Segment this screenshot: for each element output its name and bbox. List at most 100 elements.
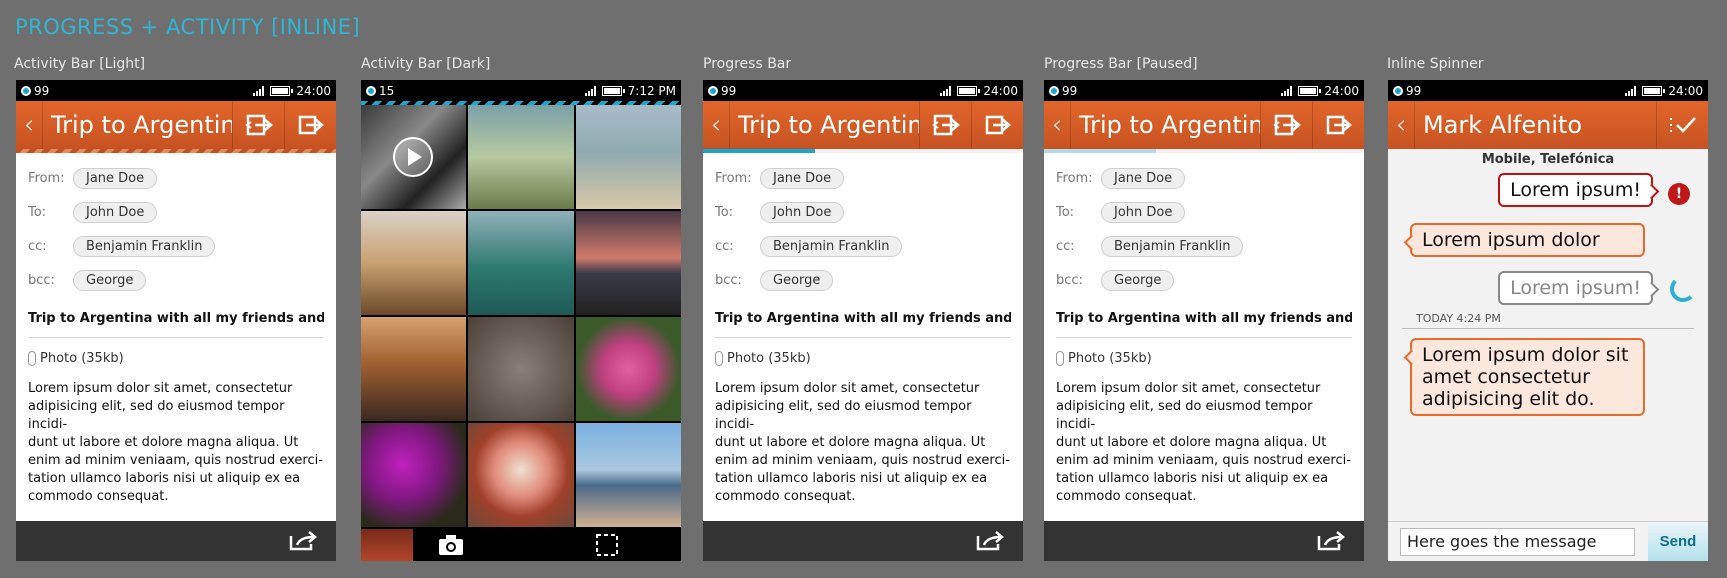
photo-thumbnail[interactable] [361, 105, 467, 209]
bcc-chip[interactable]: George [760, 269, 834, 291]
contact-name: Mark Alfenito [1423, 111, 1583, 139]
message-bubble-pending[interactable]: Lorem ipsum! [1498, 271, 1653, 305]
forward-button[interactable] [1312, 101, 1364, 149]
header-title: Trip to Argentin... [1079, 111, 1260, 139]
progress-bar [703, 149, 1023, 153]
compose-bar: Send [1388, 521, 1708, 561]
subject: Trip to Argentina with all my friends an… [28, 311, 324, 338]
notification-count: 99 [34, 83, 50, 98]
status-bar: 99 24:00 [1388, 80, 1708, 101]
to-field: To: John Doe [1056, 195, 1352, 229]
error-icon[interactable]: ! [1668, 183, 1690, 205]
notification-icon [1393, 85, 1403, 96]
attachment[interactable]: Photo (35kb) [1056, 351, 1352, 366]
photo-thumbnail[interactable] [361, 423, 467, 527]
battery-icon [1642, 85, 1666, 96]
footer-bar [703, 521, 1023, 561]
photo-thumbnail[interactable] [468, 105, 574, 209]
photo-grid [361, 105, 681, 527]
from-chip[interactable]: Jane Doe [1101, 167, 1186, 189]
footer-bar [1044, 521, 1364, 561]
forward-icon [298, 115, 324, 135]
cc-chip[interactable]: Benjamin Franklin [1101, 235, 1244, 257]
photo-thumbnail[interactable] [575, 105, 681, 209]
photo-thumbnail[interactable] [575, 211, 681, 315]
bcc-chip[interactable]: George [73, 269, 147, 291]
body-text: Lorem ipsum dolor sit amet, consectetur … [1056, 381, 1351, 504]
photo-thumbnail[interactable] [575, 317, 681, 421]
status-bar: 99 24:00 [703, 80, 1023, 101]
clock: 24:00 [1324, 83, 1359, 98]
back-chevron-icon[interactable]: ‹ [1388, 110, 1414, 140]
clock: 24:00 [1668, 83, 1703, 98]
bcc-chip[interactable]: George [1101, 269, 1175, 291]
photo-thumbnail[interactable] [468, 423, 574, 527]
notification-count: 99 [1062, 83, 1078, 98]
status-bar: 99 24:00 [1044, 80, 1364, 101]
battery-icon [270, 85, 294, 96]
label-progress: Progress Bar [703, 56, 792, 72]
body-text: Lorem ipsum dolor sit amet, consectetur … [715, 381, 1010, 504]
to-chip[interactable]: John Doe [1101, 201, 1186, 223]
attachment[interactable]: Photo (35kb) [715, 351, 1011, 366]
photo-thumbnail[interactable] [468, 317, 574, 421]
photo-thumbnail[interactable] [361, 317, 467, 421]
page-title: PROGRESS + ACTIVITY [INLINE] [15, 15, 361, 39]
message-bubble-received[interactable]: Lorem ipsum dolor [1410, 223, 1645, 257]
signal-icon [253, 85, 265, 96]
notification-count: 15 [379, 83, 395, 98]
forward-button[interactable] [971, 101, 1023, 149]
send-button[interactable]: Send [1648, 521, 1708, 561]
back-chevron-icon[interactable]: ‹ [703, 110, 729, 140]
message-input[interactable] [1400, 527, 1635, 556]
app-header: ‹ Trip to Argentin... [16, 101, 336, 149]
message-bubble-failed[interactable]: Lorem ipsum! [1498, 173, 1653, 207]
reply-all-icon [244, 114, 273, 136]
battery-icon [601, 85, 625, 96]
reply-all-button[interactable] [919, 101, 971, 149]
notification-icon [366, 85, 376, 96]
photo-thumbnail[interactable] [468, 211, 574, 315]
paperclip-icon [1056, 351, 1064, 366]
notification-icon [21, 85, 31, 96]
select-icon[interactable] [595, 533, 619, 557]
share-icon[interactable] [288, 530, 318, 552]
phone-activity-dark: 15 7:12 PM [361, 80, 681, 561]
photo-thumbnail[interactable] [361, 211, 467, 315]
message-bubble-received[interactable]: Lorem ipsum dolor sit amet consectetur a… [1410, 338, 1645, 416]
label-progress-paused: Progress Bar [Paused] [1044, 56, 1198, 72]
header-title: Trip to Argentin... [51, 111, 232, 139]
back-chevron-icon[interactable]: ‹ [1044, 110, 1070, 140]
attachment[interactable]: Photo (35kb) [28, 351, 324, 366]
progress-fill [1044, 149, 1156, 153]
clock: 24:00 [296, 83, 331, 98]
share-icon[interactable] [975, 530, 1005, 552]
notification-icon [1049, 85, 1059, 96]
notification-count: 99 [1406, 83, 1422, 98]
signal-icon [1281, 85, 1293, 96]
from-field: From: Jane Doe [28, 161, 324, 195]
reply-all-icon [1272, 114, 1301, 136]
back-chevron-icon[interactable]: ‹ [16, 110, 42, 140]
cc-chip[interactable]: Benjamin Franklin [760, 235, 903, 257]
carrier-info: Mobile, Telefónica [1388, 149, 1708, 170]
app-header: ‹ Trip to Argentin... [1044, 101, 1364, 149]
cc-chip[interactable]: Benjamin Franklin [73, 235, 216, 257]
app-header: ‹ Mark Alfenito [1388, 101, 1708, 149]
forward-button[interactable] [284, 101, 336, 149]
edit-button[interactable] [1656, 101, 1708, 149]
battery-icon [957, 85, 981, 96]
camera-icon[interactable] [438, 534, 464, 556]
to-chip[interactable]: John Doe [760, 201, 845, 223]
last-photo-thumbnail[interactable] [361, 529, 413, 561]
footer-bar [16, 521, 336, 561]
mail-body: From: Jane Doe To: John Doe cc: Benjamin Fr… [16, 153, 336, 506]
reply-all-button[interactable] [1260, 101, 1312, 149]
progress-fill [703, 149, 815, 153]
reply-all-button[interactable] [232, 101, 284, 149]
from-chip[interactable]: Jane Doe [760, 167, 845, 189]
to-chip[interactable]: John Doe [73, 201, 158, 223]
share-icon[interactable] [1316, 530, 1346, 552]
photo-thumbnail[interactable] [575, 423, 681, 527]
from-chip[interactable]: Jane Doe [73, 167, 158, 189]
